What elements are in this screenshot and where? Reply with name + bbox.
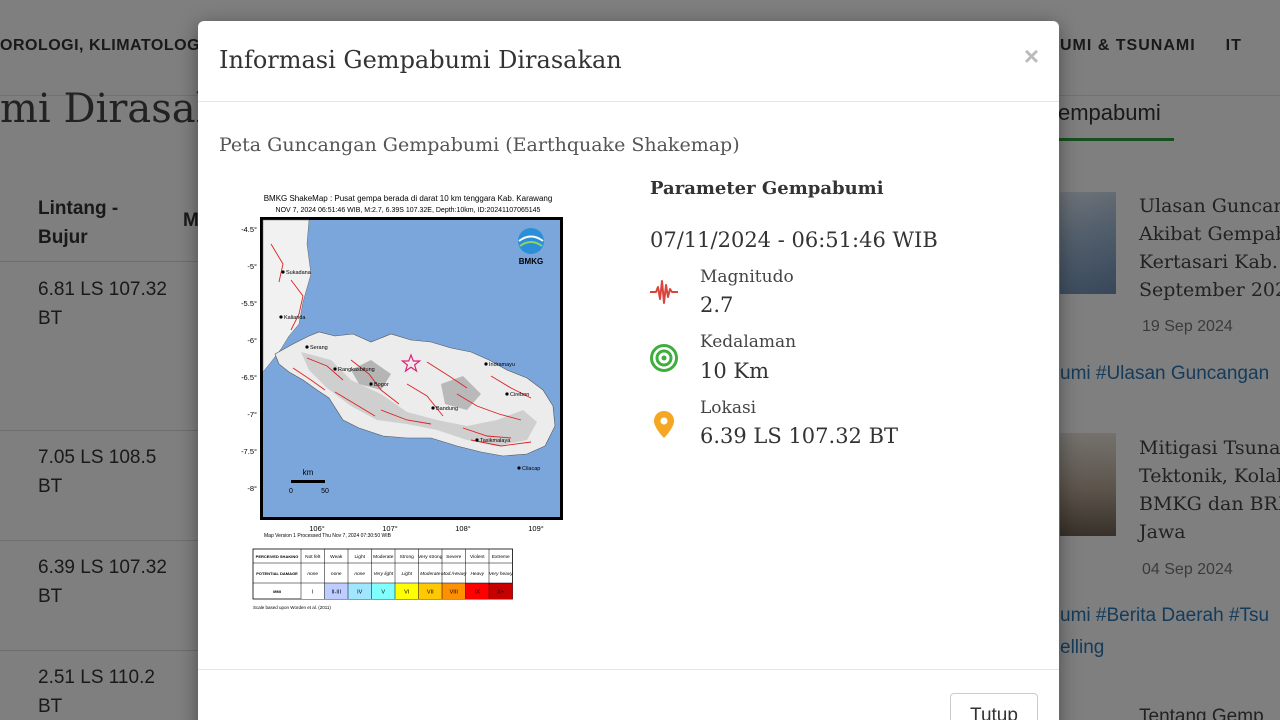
legend-damage-label: none <box>307 572 318 577</box>
longitude-tick-label: 106° <box>309 524 325 533</box>
legend-row-label: MMI <box>273 589 281 594</box>
shakemap-header-line2: NOV 7, 2024 06:51:46 WIB, M:2.7, 6.39S 1… <box>276 207 541 214</box>
location-pin-icon <box>654 411 674 438</box>
bmkg-logo-text: BMKG <box>519 257 543 266</box>
magnitude-label: Magnitudo <box>700 267 794 287</box>
scale-bar-unit: km <box>303 468 314 477</box>
legend-shaking-label: Moderate <box>373 554 394 560</box>
legend-mmi-label: VII <box>427 590 434 596</box>
location-label: Lokasi <box>700 398 757 418</box>
city-marker <box>281 270 285 274</box>
legend-shaking-label: Extreme <box>492 554 510 560</box>
map-version-note: Map Version 1 Processed Thu Nov 7, 2024 … <box>264 533 392 539</box>
modal-header: Informasi Gempabumi Dirasakan × <box>198 21 1059 102</box>
legend-damage-label: Heavy <box>470 571 484 577</box>
legend-mmi-label: IX <box>475 590 481 596</box>
city-label: Cilacap <box>522 466 540 472</box>
city-label: Serang <box>310 345 328 351</box>
city-label: Kalianda <box>284 315 306 321</box>
parameter-section-title: Parameter Gempabumi <box>650 178 884 199</box>
longitude-tick-label: 107° <box>382 524 398 533</box>
city-marker <box>305 345 309 349</box>
city-label: Bandung <box>436 406 458 412</box>
city-marker <box>517 466 521 470</box>
scale-bar-zero: 0 <box>289 488 293 495</box>
earthquake-info-modal: Informasi Gempabumi Dirasakan × Peta Gun… <box>198 21 1059 720</box>
longitude-tick-label: 108° <box>455 524 471 533</box>
shakemap-section-title: Peta Guncangan Gempabumi (Earthquake Sha… <box>219 134 740 156</box>
legend-footnote: Scale based upon Worden et al. (2011) <box>253 605 331 610</box>
seismograph-icon <box>650 280 678 304</box>
latitude-tick-label: -7.5° <box>241 447 257 456</box>
legend-shaking-label: Strong <box>400 554 414 560</box>
location-value: 6.39 LS 107.32 BT <box>700 424 899 448</box>
depth-value: 10 Km <box>700 359 769 383</box>
city-label: Sukadana <box>286 270 312 276</box>
legend-mmi-label: X+ <box>497 590 504 596</box>
legend-damage-label: Light <box>402 571 413 577</box>
scale-bar-fifty: 50 <box>321 488 329 495</box>
legend-mmi-label: VIII <box>450 590 459 596</box>
city-label: Indramayu <box>489 362 515 368</box>
city-marker <box>333 367 337 371</box>
close-button[interactable]: Tutup <box>950 693 1038 720</box>
legend-row-label: PERCEIVED SHAKING <box>256 554 299 559</box>
magnitude-value: 2.7 <box>700 293 734 317</box>
legend-shaking-label: Not felt <box>305 554 321 560</box>
legend-mmi-label: VI <box>404 590 410 596</box>
legend-mmi-label: V <box>381 590 385 596</box>
legend-damage-label: Very heavy <box>489 571 513 577</box>
city-marker <box>505 392 509 396</box>
city-label: Tasikmalaya <box>480 438 511 444</box>
longitude-tick-label: 109° <box>528 524 544 533</box>
city-marker <box>369 382 373 386</box>
modal-footer: Tutup <box>198 669 1059 720</box>
legend-damage-label: none <box>331 572 342 577</box>
legend-damage-label: Mod./Heavy <box>441 571 467 577</box>
legend-shaking-label: Severe <box>446 554 462 560</box>
city-marker <box>475 438 479 442</box>
legend-mmi-label: II-III <box>332 590 342 596</box>
latitude-tick-label: -5.5° <box>241 299 257 308</box>
legend-shaking-label: Light <box>355 554 366 560</box>
legend-shaking-label: Violent <box>470 554 485 560</box>
depth-icon <box>650 344 678 372</box>
modal-title: Informasi Gempabumi Dirasakan <box>219 46 622 74</box>
close-icon[interactable]: × <box>1024 41 1039 72</box>
city-label: Rangkasbitung <box>338 367 375 373</box>
latitude-tick-label: -6.5° <box>241 373 257 382</box>
legend-damage-label: Moderate <box>420 571 441 577</box>
city-label: Bogor <box>374 382 389 388</box>
shakemap-header-line1: BMKG ShakeMap : Pusat gempa berada di da… <box>264 194 553 203</box>
legend-mmi-label: IV <box>357 590 363 596</box>
latitude-tick-label: -8° <box>247 484 257 493</box>
legend-shaking-label: Very strong <box>418 554 443 560</box>
legend-damage-label: Very light <box>373 571 393 577</box>
latitude-tick-label: -7° <box>247 410 257 419</box>
legend-damage-label: none <box>354 572 365 577</box>
city-marker <box>431 406 435 410</box>
city-marker <box>484 362 488 366</box>
city-label: Cirebon <box>510 392 529 398</box>
depth-label: Kedalaman <box>700 332 797 352</box>
latitude-tick-label: -6° <box>247 336 257 345</box>
legend-shaking-label: Weak <box>330 554 343 560</box>
legend-row-label: POTENTIAL DAMAGE <box>256 571 298 576</box>
earthquake-datetime: 07/11/2024 - 06:51:46 WIB <box>650 228 938 252</box>
shakemap-image: BMKG ShakeMap : Pusat gempa berada di da… <box>231 184 581 614</box>
city-marker <box>279 315 283 319</box>
latitude-tick-label: -4.5° <box>241 225 257 234</box>
latitude-tick-label: -5° <box>247 262 257 271</box>
